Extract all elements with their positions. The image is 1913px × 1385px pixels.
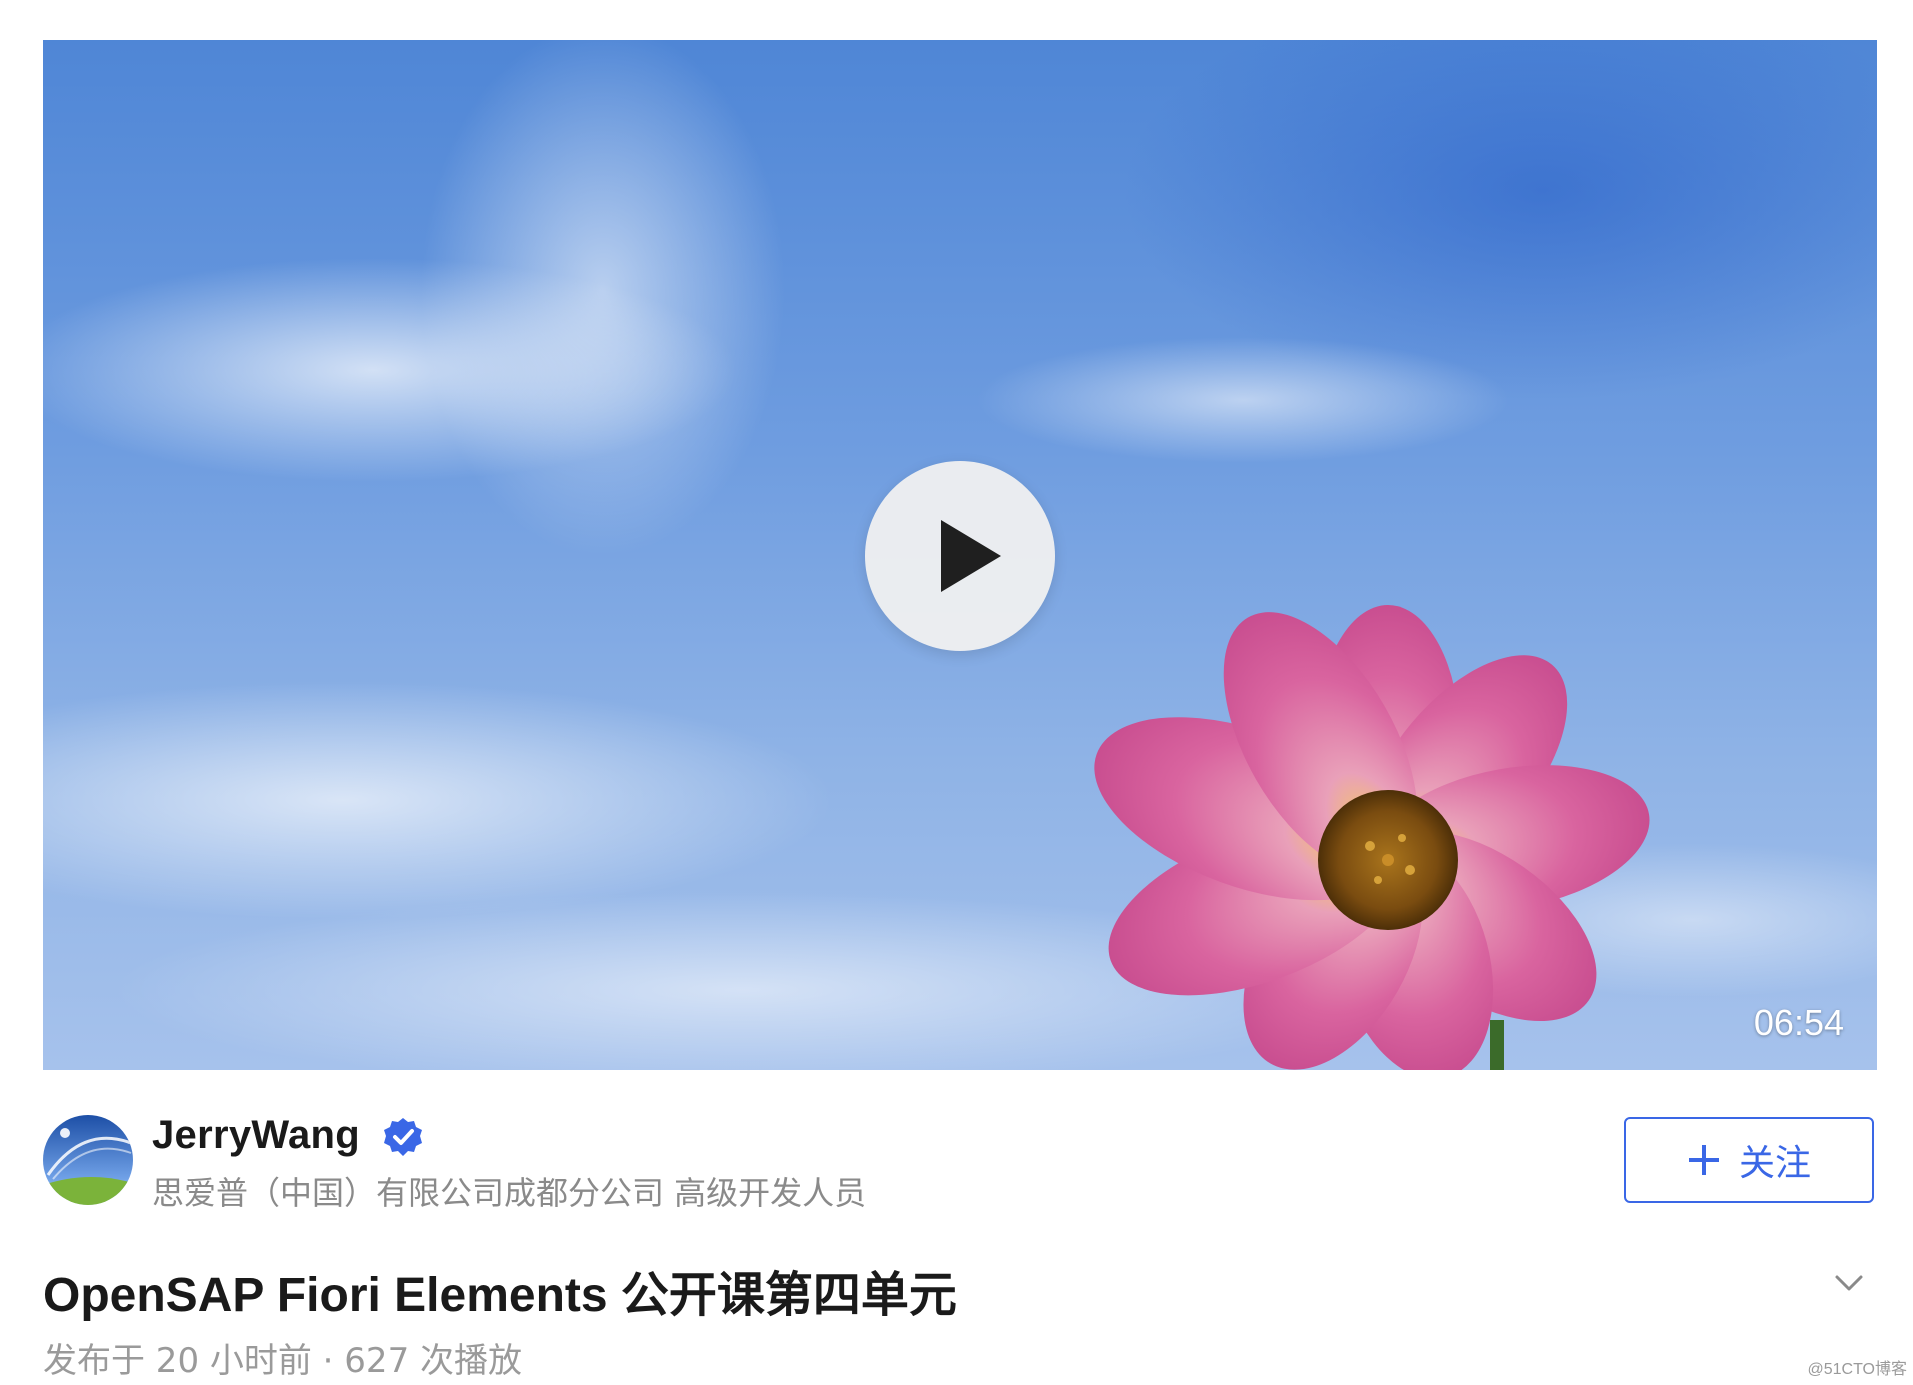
avatar-image: [43, 1115, 133, 1205]
video-title: OpenSAP Fiori Elements 公开课第四单元: [43, 1269, 957, 1322]
author-name[interactable]: JerryWang: [152, 1113, 360, 1158]
follow-label: 关注: [1738, 1143, 1811, 1184]
avatar[interactable]: [43, 1115, 133, 1205]
follow-button[interactable]: 关注: [1624, 1117, 1874, 1203]
video-duration: 06:54: [1753, 1002, 1844, 1043]
author-headline: 思爱普（中国）有限公司成都分公司 高级开发人员: [152, 1174, 867, 1212]
publish-meta: 发布于 20 小时前 · 627 次播放: [43, 1341, 523, 1381]
plus-icon: [1688, 1145, 1719, 1175]
verified-badge-icon: [384, 1118, 422, 1156]
video-player[interactable]: 06:54: [43, 40, 1877, 1070]
play-icon: [941, 520, 1001, 592]
watermark: @51CTO博客: [1807, 1361, 1907, 1378]
play-button[interactable]: [865, 461, 1055, 651]
video-post-card: 06:54 JerryWang 思爱普（中国）有限公司成都分公司 高级开发人员: [0, 0, 1913, 1385]
chevron-down-icon[interactable]: [1832, 1266, 1866, 1300]
